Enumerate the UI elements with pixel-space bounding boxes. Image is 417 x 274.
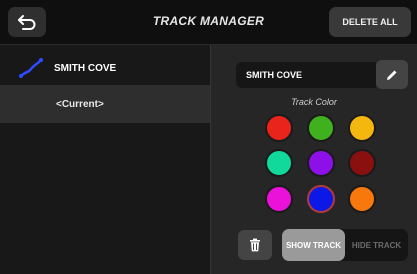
show-track-button[interactable]: SHOW TRACK bbox=[282, 229, 345, 261]
color-swatch-red[interactable] bbox=[265, 114, 293, 142]
header-bar: TRACK MANAGER DELETE ALL bbox=[0, 0, 417, 45]
color-swatch-teal[interactable] bbox=[265, 149, 293, 177]
pencil-icon bbox=[387, 70, 397, 80]
track-color-label: Track Color bbox=[291, 97, 337, 107]
delete-all-button[interactable]: DELETE ALL bbox=[329, 7, 411, 37]
visibility-toggle: SHOW TRACK HIDE TRACK bbox=[282, 229, 408, 261]
color-swatch-purple[interactable] bbox=[307, 149, 335, 177]
track-name-field[interactable]: SMITH COVE bbox=[236, 62, 376, 88]
color-swatch-dark-red[interactable] bbox=[348, 149, 376, 177]
delete-track-button[interactable] bbox=[238, 230, 272, 260]
current-track-label: <Current> bbox=[56, 98, 104, 110]
track-name-value: SMITH COVE bbox=[246, 70, 303, 80]
color-swatch-orange[interactable] bbox=[348, 185, 376, 213]
track-list-item-smith-cove[interactable]: SMITH COVE bbox=[0, 49, 210, 87]
track-list: SMITH COVE <Current> bbox=[0, 45, 210, 274]
trash-icon bbox=[250, 238, 260, 252]
track-path-icon bbox=[19, 58, 43, 78]
edit-name-button[interactable] bbox=[376, 60, 408, 89]
color-swatch-blue[interactable] bbox=[307, 185, 335, 213]
color-swatch-magenta[interactable] bbox=[265, 185, 293, 213]
hide-track-button[interactable]: HIDE TRACK bbox=[345, 229, 408, 261]
color-swatch-green[interactable] bbox=[307, 114, 335, 142]
track-name-label: SMITH COVE bbox=[54, 62, 117, 74]
color-swatch-yellow[interactable] bbox=[348, 114, 376, 142]
track-list-item-current[interactable]: <Current> bbox=[0, 85, 210, 123]
